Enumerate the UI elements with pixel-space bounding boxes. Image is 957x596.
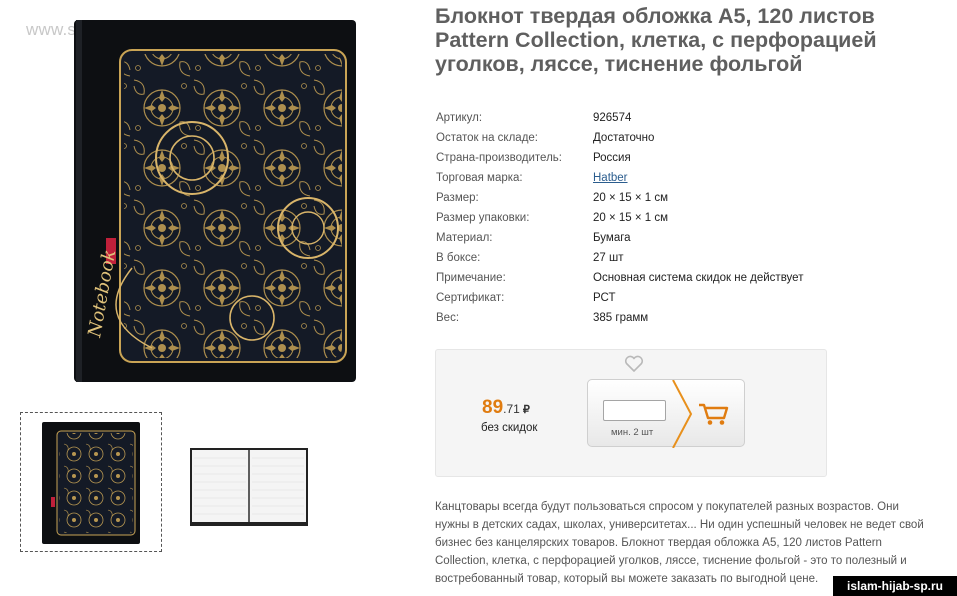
heart-icon[interactable] <box>624 355 644 373</box>
spec-label: Вес: <box>436 312 460 324</box>
spec-row-size: Размер: 20 × 15 × 1 см <box>436 191 803 211</box>
chevron-icon <box>672 380 693 448</box>
spec-label: Размер упаковки: <box>436 212 530 224</box>
spec-row-note: Примечание: Основная система скидок не де… <box>436 271 803 291</box>
add-to-cart-widget: мин. 2 шт <box>587 379 745 448</box>
spec-value: Бумага <box>593 232 631 244</box>
spec-row-material: Материал: Бумага <box>436 231 803 251</box>
no-discount-label: без скидок <box>481 422 538 434</box>
spec-value: Россия <box>593 152 631 164</box>
product-description: Канцтовары всегда будут пользоваться спр… <box>435 501 924 585</box>
spec-label: Примечание: <box>436 272 506 284</box>
spec-value: 27 шт <box>593 252 624 264</box>
specs-table: Артикул: 926574 Остаток на складе: Достато… <box>436 111 803 331</box>
spec-value: 20 × 15 × 1 см <box>593 212 669 224</box>
spec-value: 20 × 15 × 1 см <box>593 192 669 204</box>
spec-row-article: Артикул: 926574 <box>436 111 803 131</box>
min-quantity-label: мин. 2 шт <box>611 427 654 438</box>
spec-row-stock: Остаток на складе: Достаточно <box>436 131 803 151</box>
spec-label: Торговая марка: <box>436 172 523 184</box>
price-fraction: .71 <box>503 402 520 416</box>
product-title: Блокнот твердая обложка А5, 120 листов P… <box>435 4 877 76</box>
spec-row-box: В боксе: 27 шт <box>436 251 803 271</box>
product-main-image[interactable]: Notebook <box>72 18 358 384</box>
spec-value: 926574 <box>593 112 632 124</box>
price: 89.71 ₽ <box>482 397 530 419</box>
buy-box: 89.71 ₽ без скидок мин. 2 шт <box>435 349 827 477</box>
spec-label: Артикул: <box>436 112 483 124</box>
spec-label: Остаток на складе: <box>436 132 538 144</box>
spec-row-country: Страна-производитель: Россия <box>436 151 803 171</box>
spec-row-certificate: Сертификат: РСТ <box>436 291 803 311</box>
spec-row-package-size: Размер упаковки: 20 × 15 × 1 см <box>436 211 803 231</box>
spec-label: Размер: <box>436 192 479 204</box>
spec-label: Сертификат: <box>436 292 505 304</box>
spec-row-brand: Торговая марка: Hatber <box>436 171 803 191</box>
currency: ₽ <box>522 404 530 416</box>
cart-icon[interactable] <box>698 402 730 426</box>
price-main: 89 <box>482 397 504 418</box>
spec-label: Материал: <box>436 232 493 244</box>
brand-link[interactable]: Hatber <box>593 171 628 191</box>
spec-label: В боксе: <box>436 252 481 264</box>
thumbnail-open-notebook[interactable] <box>186 444 312 530</box>
quantity-input[interactable] <box>603 400 666 421</box>
thumbnail-cover[interactable] <box>20 412 162 552</box>
spec-row-weight: Вес: 385 грамм <box>436 311 803 331</box>
site-badge: islam-hijab-sp.ru <box>833 576 957 596</box>
spec-value: РСТ <box>593 292 616 304</box>
spec-value: 385 грамм <box>593 312 649 324</box>
spec-value: Достаточно <box>593 132 655 144</box>
spec-value: Основная система скидок не действует <box>593 272 804 284</box>
spec-label: Страна-производитель: <box>436 152 562 164</box>
